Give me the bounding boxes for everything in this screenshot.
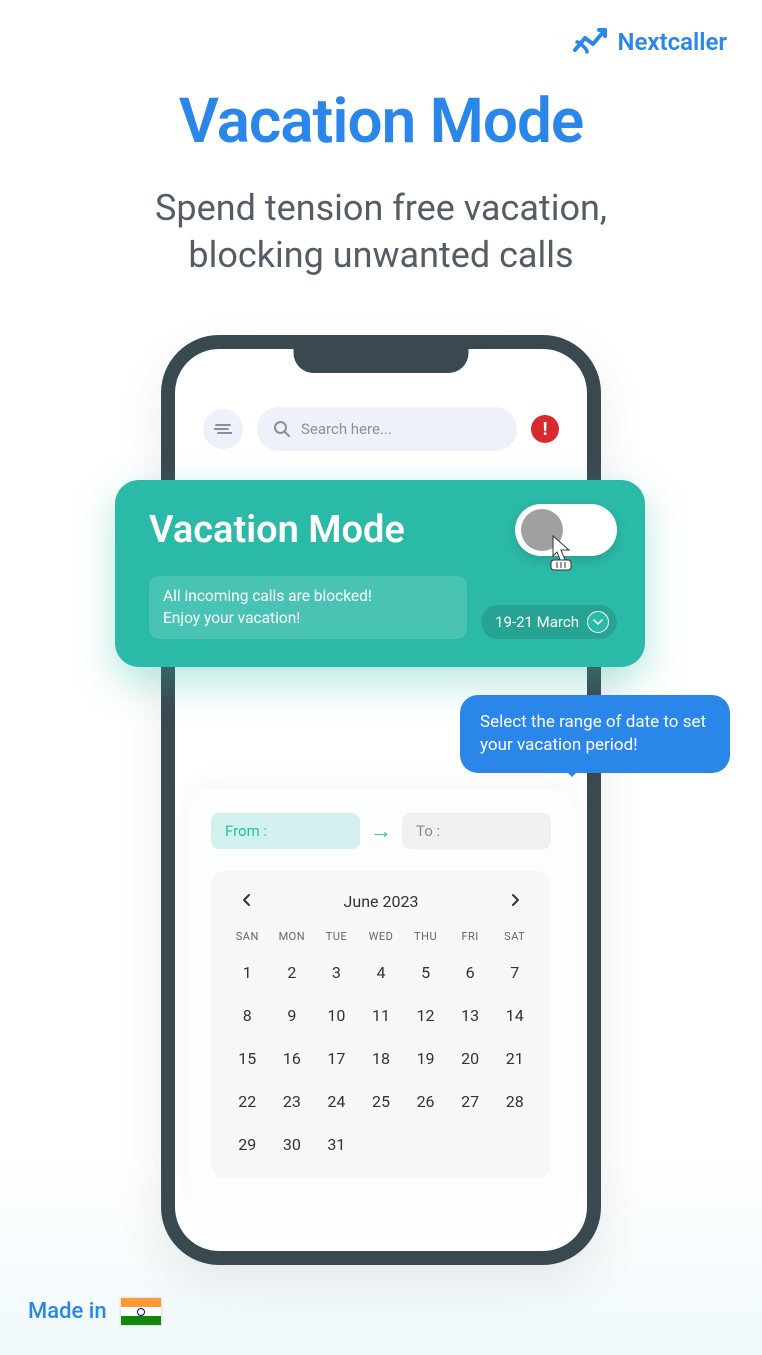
made-in-label: Made in (28, 1299, 107, 1324)
page-subtitle: Spend tension free vacation, blocking un… (0, 185, 762, 279)
calendar-day[interactable]: 23 (270, 1088, 315, 1115)
calendar-weekday: SAT (492, 930, 537, 943)
calendar-day[interactable]: 30 (270, 1131, 315, 1158)
calendar-weekday: FRI (448, 930, 493, 943)
india-flag-icon (121, 1298, 161, 1325)
calendar-day[interactable]: 17 (314, 1045, 359, 1072)
phone-mockup: Search here... ! From : → To : June 2023 (161, 335, 601, 1265)
calendar-day[interactable]: 14 (492, 1002, 537, 1029)
calendar-day[interactable]: 12 (403, 1002, 448, 1029)
alert-button[interactable]: ! (531, 415, 559, 443)
vacation-mode-card: Vacation Mode All incoming calls are blo… (115, 480, 645, 667)
chevron-down-icon (587, 611, 609, 633)
calendar-day[interactable]: 24 (314, 1088, 359, 1115)
vacation-status-message: All incoming calls are blocked! Enjoy yo… (149, 576, 467, 639)
calendar-day[interactable]: 25 (359, 1088, 404, 1115)
next-month-button[interactable] (503, 891, 527, 912)
brand-name: Nextcaller (617, 28, 727, 56)
phone-chart-icon (573, 28, 609, 56)
calendar-day[interactable]: 22 (225, 1088, 270, 1115)
calendar-day[interactable]: 11 (359, 1002, 404, 1029)
search-placeholder: Search here... (301, 420, 392, 438)
calendar-day[interactable]: 16 (270, 1045, 315, 1072)
date-range-label: 19-21 March (495, 613, 579, 631)
calendar-day[interactable]: 20 (448, 1045, 493, 1072)
alert-icon: ! (543, 419, 548, 440)
calendar-day[interactable]: 6 (448, 959, 493, 986)
calendar-body: June 2023 SANMONTUEWEDTHUFRISAT123456789… (211, 871, 551, 1178)
calendar-day[interactable]: 4 (359, 959, 404, 986)
vacation-mode-toggle[interactable] (515, 504, 617, 556)
calendar-day[interactable]: 27 (448, 1088, 493, 1115)
brand-logo: Nextcaller (573, 28, 727, 56)
calendar-day[interactable]: 29 (225, 1131, 270, 1158)
menu-icon (214, 423, 232, 435)
calendar-month-label: June 2023 (344, 892, 419, 911)
calendar-day[interactable]: 28 (492, 1088, 537, 1115)
date-range-dropdown[interactable]: 19-21 March (481, 605, 617, 639)
phone-header: Search here... ! (203, 407, 559, 451)
prev-month-button[interactable] (235, 891, 259, 912)
calendar-day[interactable]: 26 (403, 1088, 448, 1115)
to-date-input[interactable]: To : (402, 813, 551, 849)
calendar-day[interactable]: 31 (314, 1131, 359, 1158)
calendar-header: June 2023 (225, 891, 537, 912)
search-icon (273, 420, 291, 438)
calendar-weekday: THU (403, 930, 448, 943)
calendar-panel: From : → To : June 2023 SANMONTUEWEDTHUF… (187, 789, 575, 1233)
help-tooltip: Select the range of date to set your vac… (460, 695, 730, 773)
calendar-day[interactable]: 5 (403, 959, 448, 986)
calendar-day[interactable]: 10 (314, 1002, 359, 1029)
calendar-day[interactable]: 3 (314, 959, 359, 986)
calendar-day[interactable]: 1 (225, 959, 270, 986)
calendar-weekday: TUE (314, 930, 359, 943)
cursor-pointer-icon (543, 532, 579, 572)
menu-button[interactable] (203, 409, 243, 449)
vacation-card-title: Vacation Mode (149, 508, 405, 552)
chevron-left-icon (242, 893, 252, 907)
calendar-weekday: WED (359, 930, 404, 943)
calendar-day[interactable]: 21 (492, 1045, 537, 1072)
phone-notch (294, 345, 469, 373)
arrow-right-icon: → (370, 818, 392, 844)
calendar-day[interactable]: 9 (270, 1002, 315, 1029)
calendar-day[interactable]: 13 (448, 1002, 493, 1029)
calendar-day[interactable]: 7 (492, 959, 537, 986)
calendar-day[interactable]: 19 (403, 1045, 448, 1072)
date-range-inputs: From : → To : (211, 813, 551, 849)
calendar-grid: SANMONTUEWEDTHUFRISAT1234567891011121314… (225, 930, 537, 1158)
calendar-weekday: SAN (225, 930, 270, 943)
footer: Made in (28, 1298, 161, 1325)
calendar-day[interactable]: 18 (359, 1045, 404, 1072)
calendar-day[interactable]: 8 (225, 1002, 270, 1029)
chevron-right-icon (510, 893, 520, 907)
search-input[interactable]: Search here... (257, 407, 517, 451)
calendar-weekday: MON (270, 930, 315, 943)
page-title: Vacation Mode (0, 85, 762, 158)
calendar-day[interactable]: 15 (225, 1045, 270, 1072)
calendar-day[interactable]: 2 (270, 959, 315, 986)
from-date-input[interactable]: From : (211, 813, 360, 849)
